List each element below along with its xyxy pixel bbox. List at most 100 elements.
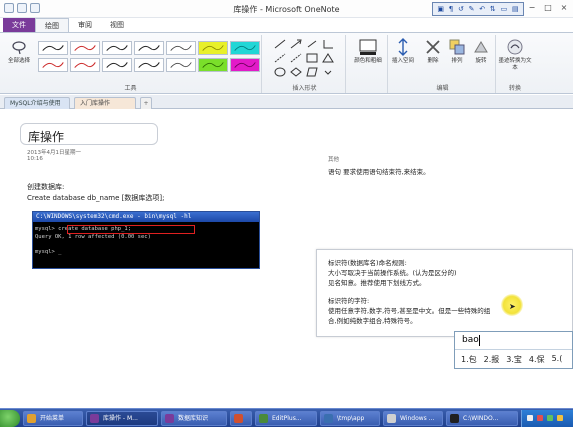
- pen-red-3[interactable]: [70, 58, 100, 72]
- insert-space-label: 插入空间: [391, 58, 414, 64]
- ime-candidate[interactable]: 2.报: [484, 354, 500, 365]
- tray-icon[interactable]: [557, 415, 563, 421]
- circle-shape-icon[interactable]: [274, 67, 286, 77]
- pen-black-2[interactable]: [102, 41, 132, 55]
- note-line: 合,例如纯数字组合,特殊符号。: [328, 317, 417, 325]
- select-all-button[interactable]: 全部选择: [2, 38, 36, 65]
- pen-black-5[interactable]: [102, 58, 132, 72]
- pen-red-2[interactable]: [38, 58, 68, 72]
- shapes-group-label: 插入形状: [292, 85, 317, 92]
- dock-tool-6-icon[interactable]: ⇅: [490, 4, 496, 14]
- taskbar-item-label: 库操作 - M...: [103, 415, 138, 422]
- dock-tool-5-icon[interactable]: ↶: [479, 4, 485, 14]
- highlighter-magenta[interactable]: [230, 58, 260, 72]
- ime-candidate[interactable]: 5.(: [552, 354, 563, 365]
- ink-to-text-label: 墨迹转换为文本: [498, 58, 532, 71]
- page-title-box[interactable]: 库操作: [20, 123, 158, 145]
- color-thickness-button[interactable]: 颜色和粗细: [351, 38, 385, 65]
- note-heading[interactable]: 创建数据库:: [27, 182, 64, 192]
- highlighter-yellow[interactable]: [198, 41, 228, 55]
- ime-candidate-window[interactable]: bao 1.包 2.报 3.宝 4.保 5.(: [454, 331, 573, 369]
- dock-tool-3-icon[interactable]: ↺: [458, 4, 464, 14]
- ime-candidate[interactable]: 3.宝: [506, 354, 522, 365]
- section-tab-db-ops[interactable]: 入门库操作: [74, 97, 136, 109]
- double-arrow-shape-icon[interactable]: [306, 39, 318, 49]
- maximize-button[interactable]: □: [541, 2, 555, 14]
- tray-icon[interactable]: [537, 415, 543, 421]
- ime-candidate[interactable]: 1.包: [461, 354, 477, 365]
- dock-tool-1-icon[interactable]: ▣: [437, 4, 444, 14]
- parallelogram-shape-icon[interactable]: [306, 67, 318, 77]
- diamond-shape-icon[interactable]: [290, 67, 302, 77]
- ime-caret: [479, 335, 480, 346]
- edit-group-label: 编辑: [436, 85, 449, 92]
- pen-black-3[interactable]: [134, 41, 164, 55]
- arrow-shape-icon[interactable]: [290, 39, 302, 49]
- color-group: 颜色和粗细: [348, 35, 388, 93]
- taskbar-item-cmd[interactable]: C:\WINDO...: [446, 411, 518, 426]
- taskbar-item-label: 数据库知识: [178, 415, 209, 422]
- convert-group-label: 转换: [508, 85, 521, 92]
- line-shape-icon[interactable]: [274, 39, 286, 49]
- tab-file[interactable]: 文件: [3, 18, 35, 32]
- page-title: 库操作: [28, 130, 65, 144]
- close-button[interactable]: ×: [557, 2, 571, 14]
- tray-icon[interactable]: [547, 415, 553, 421]
- taskbar-item[interactable]: 数据库知识: [161, 411, 227, 426]
- dashed-line-shape-icon[interactable]: [274, 53, 286, 63]
- insert-space-button[interactable]: 插入空间: [386, 38, 420, 65]
- insert-space-icon: [394, 38, 412, 56]
- ink-to-text-button[interactable]: 墨迹转换为文本: [498, 38, 532, 72]
- tab-view[interactable]: 视图: [101, 18, 133, 32]
- cmd-icon: [450, 414, 459, 423]
- lasso-select-icon: [10, 38, 28, 56]
- delete-label: 删除: [427, 58, 439, 64]
- note-container[interactable]: 标识符(数据库名)命名规则: 大小写取决于当前操作系统。(认为是区分的) 见名知…: [316, 249, 573, 337]
- tab-draw[interactable]: 绘图: [35, 18, 69, 32]
- dock-tool-2-icon[interactable]: ¶: [449, 4, 453, 14]
- taskbar-item[interactable]: 开始菜单: [23, 411, 83, 426]
- cmd-screenshot: C:\WINDOWS\system32\cmd.exe - bin\mysql …: [32, 211, 260, 269]
- rotate-label: 旋转: [475, 58, 487, 64]
- taskbar-item[interactable]: EditPlus...: [255, 411, 317, 426]
- rectangle-shape-icon[interactable]: [306, 53, 318, 63]
- dock-tool-8-icon[interactable]: ▤: [512, 4, 519, 14]
- dock-tool-4-icon[interactable]: ✎: [469, 4, 475, 14]
- start-button[interactable]: [0, 410, 20, 427]
- side-note-title[interactable]: 其他: [328, 155, 339, 163]
- color-thickness-label: 颜色和粗细: [354, 58, 382, 64]
- pen-black-7[interactable]: [166, 58, 196, 72]
- section-tab-mysql-intro[interactable]: MySQL介绍与使用: [4, 97, 70, 109]
- dock-tool-7-icon[interactable]: ▭: [501, 4, 508, 14]
- more-shapes-icon[interactable]: [322, 67, 334, 77]
- pen-black-1[interactable]: [38, 41, 68, 55]
- tray-icon[interactable]: [527, 415, 533, 421]
- ime-candidate[interactable]: 4.保: [529, 354, 545, 365]
- side-note-text[interactable]: 语句 要求使用语句结束符,来结束。: [328, 166, 430, 176]
- pen-black-6[interactable]: [134, 58, 164, 72]
- highlighter-green[interactable]: [198, 58, 228, 72]
- ime-input: bao: [462, 335, 479, 345]
- minimize-button[interactable]: −: [525, 2, 539, 14]
- triangle-shape-icon[interactable]: [322, 53, 334, 63]
- note-syntax[interactable]: Create database db_name [数据库选项];: [27, 193, 164, 203]
- note-page[interactable]: 库操作 2013年4月1日星期一 10:16 创建数据库: Create dat…: [0, 109, 573, 408]
- title-bar: 库操作 - Microsoft OneNote ▣ ¶ ↺ ✎ ↶ ⇅ ▭ ▤ …: [0, 0, 573, 18]
- section-tabs: MySQL介绍与使用 入门库操作 +: [0, 95, 573, 109]
- pen-red-1[interactable]: [70, 41, 100, 55]
- cmd-line: mysql> _: [35, 249, 62, 255]
- arrange-label: 排列: [451, 58, 463, 64]
- rotate-button[interactable]: 旋转: [464, 38, 498, 65]
- taskbar-item[interactable]: \tmp\app: [320, 411, 380, 426]
- highlighter-cyan[interactable]: [230, 41, 260, 55]
- pen-black-4[interactable]: [166, 41, 196, 55]
- taskbar-item[interactable]: Windows ...: [383, 411, 443, 426]
- dashed-arrow-shape-icon[interactable]: [290, 53, 302, 63]
- onenote-icon: [90, 414, 99, 423]
- axis-shape-icon[interactable]: [322, 39, 334, 49]
- taskbar-item-onenote[interactable]: 库操作 - M...: [86, 411, 158, 426]
- ribbon: 全部选择 工具 插入形状 颜色和粗细 插入空间 删除 排列 旋转 编辑 墨迹转换…: [0, 32, 573, 94]
- taskbar-item[interactable]: [230, 411, 252, 426]
- tab-review[interactable]: 审阅: [69, 18, 101, 32]
- add-section-tab[interactable]: +: [140, 97, 152, 109]
